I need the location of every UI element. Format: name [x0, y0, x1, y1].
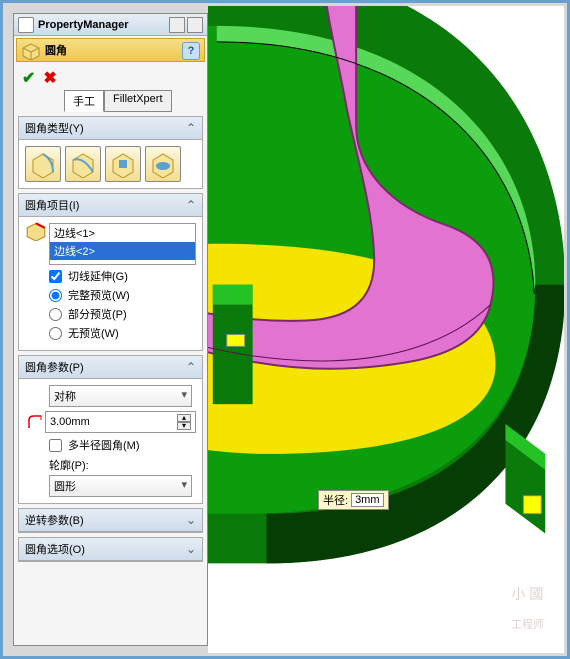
fillet-type-face[interactable]: [105, 146, 141, 182]
pm-pin-button[interactable]: [169, 17, 185, 33]
fillet-type-variable[interactable]: [65, 146, 101, 182]
chevron-up-icon: ⌃: [186, 121, 196, 135]
radius-callout-value[interactable]: 3mm: [351, 493, 383, 507]
property-manager-panel: PropertyManager 圆角 ? ✔ ✖ 手工 FilletXpert …: [13, 13, 208, 646]
radius-callout[interactable]: 半径: 3mm: [318, 490, 389, 510]
fillet-type-full[interactable]: [145, 146, 181, 182]
pm-title: PropertyManager: [38, 19, 167, 31]
section-fillet-type-header[interactable]: 圆角类型(Y) ⌃: [19, 117, 202, 140]
radio-no-preview[interactable]: [49, 327, 62, 340]
chevron-down-icon: ⌄: [186, 542, 196, 556]
section-fillet-params: 圆角参数(P) ⌃ 对称 3.00mm ▴▾ 多半径圆角(M) 轮廓(P): 圆…: [18, 355, 203, 504]
section-fillet-items-header[interactable]: 圆角项目(I) ⌃: [19, 194, 202, 217]
model-viewport[interactable]: 小 國 工程师: [208, 6, 564, 653]
chevron-down-icon: ⌄: [186, 513, 196, 527]
profile-label: 轮廓(P):: [49, 457, 196, 473]
pm-panel-icon: [18, 17, 34, 33]
pm-header: PropertyManager: [14, 14, 207, 36]
feature-header: 圆角 ?: [16, 38, 205, 62]
section-fillet-items: 圆角项目(I) ⌃ 边线<1> 边线<2> 切线延伸(G) 完整预览(W) 部分…: [18, 193, 203, 351]
help-button[interactable]: ?: [182, 42, 200, 60]
radius-icon: [25, 415, 45, 429]
radius-callout-label: 半径:: [323, 492, 348, 508]
list-item[interactable]: 边线<1>: [50, 224, 195, 242]
pm-close-button[interactable]: [187, 17, 203, 33]
section-fillet-params-header[interactable]: 圆角参数(P) ⌃: [19, 356, 202, 379]
chevron-up-icon: ⌃: [186, 198, 196, 212]
tab-manual[interactable]: 手工: [64, 90, 104, 112]
tab-filletxpert[interactable]: FilletXpert: [104, 90, 172, 112]
list-item[interactable]: 边线<2>: [50, 242, 195, 260]
fillet-type-constant[interactable]: [25, 146, 61, 182]
watermark: 小 國 工程师: [511, 587, 544, 633]
radio-partial-preview[interactable]: [49, 308, 62, 321]
chevron-up-icon: ⌃: [186, 360, 196, 374]
symmetry-select[interactable]: 对称: [49, 385, 192, 407]
edge-list[interactable]: 边线<1> 边线<2>: [49, 223, 196, 265]
fillet-icon: [21, 40, 41, 60]
cancel-button[interactable]: ✖: [43, 68, 56, 88]
ok-button[interactable]: ✔: [22, 68, 35, 88]
section-reverse-params: 逆转参数(B) ⌄: [18, 508, 203, 533]
section-fillet-options-header[interactable]: 圆角选项(O) ⌄: [19, 538, 202, 561]
feature-title: 圆角: [45, 42, 67, 58]
checkbox-multi-radius[interactable]: [49, 439, 62, 452]
profile-select[interactable]: 圆形: [49, 475, 192, 497]
section-fillet-type: 圆角类型(Y) ⌃: [18, 116, 203, 189]
edge-selection-icon: [25, 219, 47, 241]
checkbox-tangent-propagation[interactable]: [49, 270, 62, 283]
radius-input[interactable]: 3.00mm ▴▾: [45, 411, 196, 433]
section-fillet-options: 圆角选项(O) ⌄: [18, 537, 203, 562]
section-reverse-params-header[interactable]: 逆转参数(B) ⌄: [19, 509, 202, 532]
radio-full-preview[interactable]: [49, 289, 62, 302]
spin-down[interactable]: ▾: [177, 422, 191, 430]
